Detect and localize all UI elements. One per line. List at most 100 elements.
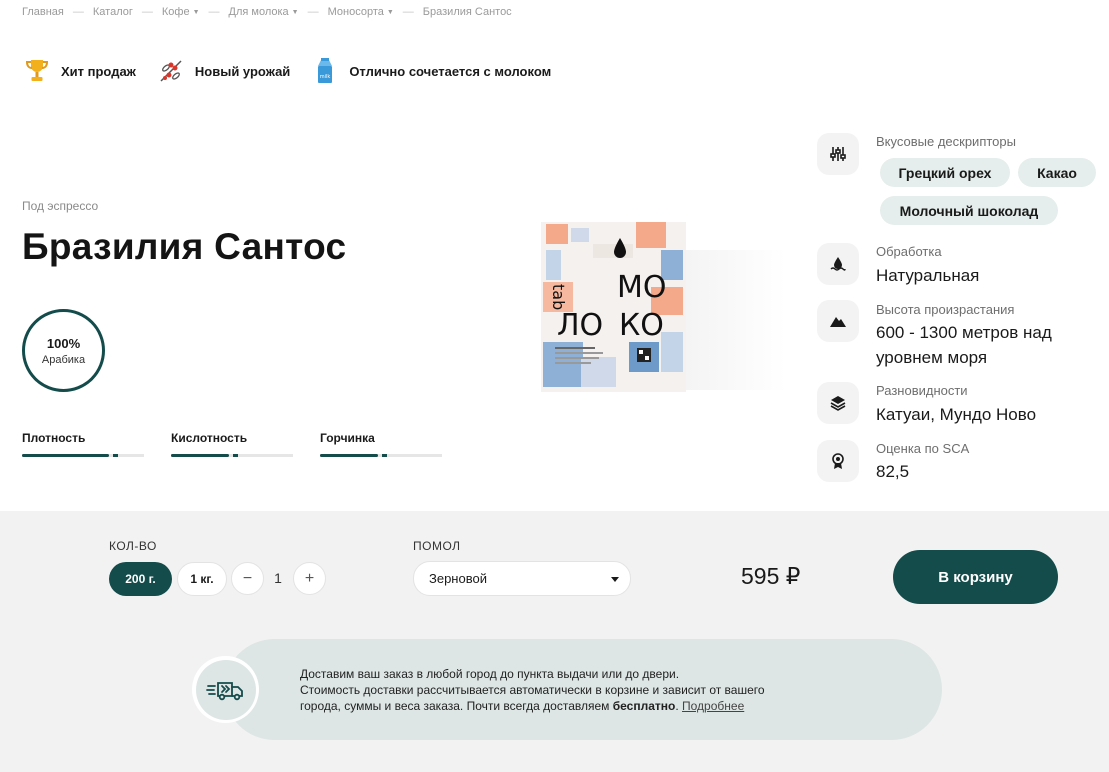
product-package-image: tab МО ЛО КО: [541, 222, 686, 392]
badge-milk: milk Отлично сочетается с молоком: [310, 56, 551, 86]
scale-density-track: [22, 454, 144, 457]
taste-scales: Плотность Кислотность Горчинка: [22, 431, 469, 457]
badge-bestseller: Хит продаж: [22, 56, 136, 86]
processing-icon-box: [817, 243, 859, 285]
scale-bitterness-label: Горчинка: [320, 431, 375, 445]
delivery-icon-circle: [195, 659, 256, 720]
package-shadow: [686, 250, 786, 390]
svg-text:milk: milk: [320, 74, 331, 80]
arabica-label: Арабика: [41, 353, 86, 366]
scale-density-fill: [22, 454, 109, 457]
coffee-branch-icon: [160, 60, 182, 82]
varieties-label: Разновидности: [876, 383, 968, 398]
delivery-truck-icon: [205, 681, 243, 700]
delivery-line-3-start: города, суммы и веса заказа. Почти всегд…: [300, 699, 613, 713]
product-badges: Хит продаж Новый урожай milk Отлично соч…: [22, 56, 571, 86]
delivery-line-3: города, суммы и веса заказа. Почти всегд…: [300, 698, 860, 714]
breadcrumb-single-origin[interactable]: Моносорта ▼: [328, 6, 394, 18]
breadcrumb-catalog[interactable]: Каталог: [93, 6, 133, 18]
descriptor-chip: Грецкий орех: [880, 158, 1010, 187]
sca-value: 82,5: [876, 462, 910, 481]
sca-label: Оценка по SCA: [876, 441, 970, 456]
water-drop-icon: [830, 257, 846, 271]
descriptor-chip: Какао: [1018, 158, 1096, 187]
package-word-top: МО: [617, 270, 667, 305]
product-page: Главная — Каталог — Кофе ▼ — Для молока ▼ …: [0, 0, 1109, 772]
scale-density-label: Плотность: [22, 431, 86, 445]
sliders-icon: [830, 147, 846, 161]
quantity-decrease-button[interactable]: −: [231, 562, 264, 595]
product-title: Бразилия Сантос: [22, 226, 347, 267]
varieties-icon-box: [817, 382, 859, 424]
scale-acidity: Кислотность: [171, 431, 320, 457]
scale-bitterness-track: [320, 454, 442, 457]
scale-bitterness-fill: [320, 454, 378, 457]
breadcrumb-separator: —: [208, 6, 220, 18]
scale-acidity-track: [171, 454, 293, 457]
breadcrumb-for-milk-label: Для молока: [228, 6, 289, 18]
product-category: Под эспрессо: [22, 199, 99, 213]
breadcrumb-separator: —: [141, 6, 153, 18]
descriptors-label: Вкусовые дескрипторы: [876, 134, 1016, 149]
badge-new-harvest-label: Новый урожай: [194, 63, 291, 79]
layers-icon: [830, 396, 846, 411]
breadcrumb-separator: —: [307, 6, 319, 18]
descriptors-icon-box: [817, 133, 859, 175]
quantity-increase-button[interactable]: +: [293, 562, 326, 595]
scale-bitterness-marker: [382, 454, 387, 457]
grind-select[interactable]: Зерновой: [413, 561, 631, 596]
breadcrumb-separator: —: [72, 6, 84, 18]
processing-label: Обработка: [876, 244, 942, 259]
breadcrumb-coffee-label: Кофе: [161, 6, 190, 18]
grind-select-value: Зерновой: [429, 571, 487, 586]
breadcrumb-home[interactable]: Главная: [22, 6, 64, 18]
delivery-text: Доставим ваш заказ в любой город до пунк…: [300, 666, 860, 714]
breadcrumb-for-milk[interactable]: Для молока ▼: [229, 6, 299, 18]
scale-acidity-fill: [171, 454, 229, 457]
award-icon: [832, 453, 844, 469]
altitude-icon-box: [817, 300, 859, 342]
varieties-value: Катуаи, Мундо Ново: [876, 405, 1037, 424]
caret-down-icon: ▼: [192, 8, 200, 16]
breadcrumb-current: Бразилия Сантос: [422, 6, 512, 18]
product-price: 595 ₽: [741, 563, 801, 589]
arabica-percent: 100%: [46, 335, 81, 351]
sca-icon-box: [817, 440, 859, 482]
caret-down-icon: ▼: [291, 8, 299, 16]
trophy-icon: [25, 60, 49, 81]
chevron-down-icon: [611, 577, 619, 582]
breadcrumb: Главная — Каталог — Кофе ▼ — Для молока ▼ …: [22, 6, 512, 18]
milk-carton-icon: milk: [318, 58, 333, 83]
scale-acidity-label: Кислотность: [171, 431, 248, 445]
size-option-1kg[interactable]: 1 кг.: [177, 562, 227, 596]
scale-density-marker: [113, 454, 118, 457]
size-option-200g[interactable]: 200 г.: [109, 562, 172, 596]
delivery-line-1: Доставим ваш заказ в любой город до пунк…: [300, 667, 680, 681]
altitude-label: Высота произрастания: [876, 302, 1015, 317]
altitude-value: 600 - 1300 метров над уровнем моря: [876, 323, 1052, 367]
badge-bestseller-label: Хит продаж: [61, 63, 136, 79]
delivery-more-link[interactable]: Подробнее: [682, 699, 744, 713]
package-word-bottom-left: ЛО: [557, 308, 603, 343]
scale-acidity-marker: [233, 454, 238, 457]
delivery-line-3-end: .: [675, 699, 683, 713]
package-brand-text: tab: [549, 284, 568, 310]
arabica-badge: 100% Арабика: [22, 309, 105, 392]
breadcrumb-separator: —: [402, 6, 414, 18]
descriptor-chip: Молочный шоколад: [880, 196, 1058, 225]
caret-down-icon: ▼: [386, 8, 394, 16]
scale-density: Плотность: [22, 431, 171, 457]
badge-new-harvest: Новый урожай: [156, 56, 290, 86]
quantity-value[interactable]: 1: [270, 570, 286, 586]
mountain-icon: [830, 317, 846, 327]
delivery-icon-wrap: [192, 656, 259, 723]
processing-value: Натуральная: [876, 266, 980, 285]
scale-bitterness: Горчинка: [320, 431, 469, 457]
quantity-label: КОЛ-ВО: [109, 539, 157, 553]
package-word-bottom-right: КО: [619, 308, 664, 343]
grind-label: ПОМОЛ: [413, 539, 461, 553]
delivery-free-text: бесплатно: [612, 699, 676, 713]
badge-milk-label: Отлично сочетается с молоком: [349, 63, 552, 79]
add-to-cart-button[interactable]: В корзину: [893, 550, 1058, 604]
breadcrumb-coffee[interactable]: Кофе ▼: [162, 6, 200, 18]
